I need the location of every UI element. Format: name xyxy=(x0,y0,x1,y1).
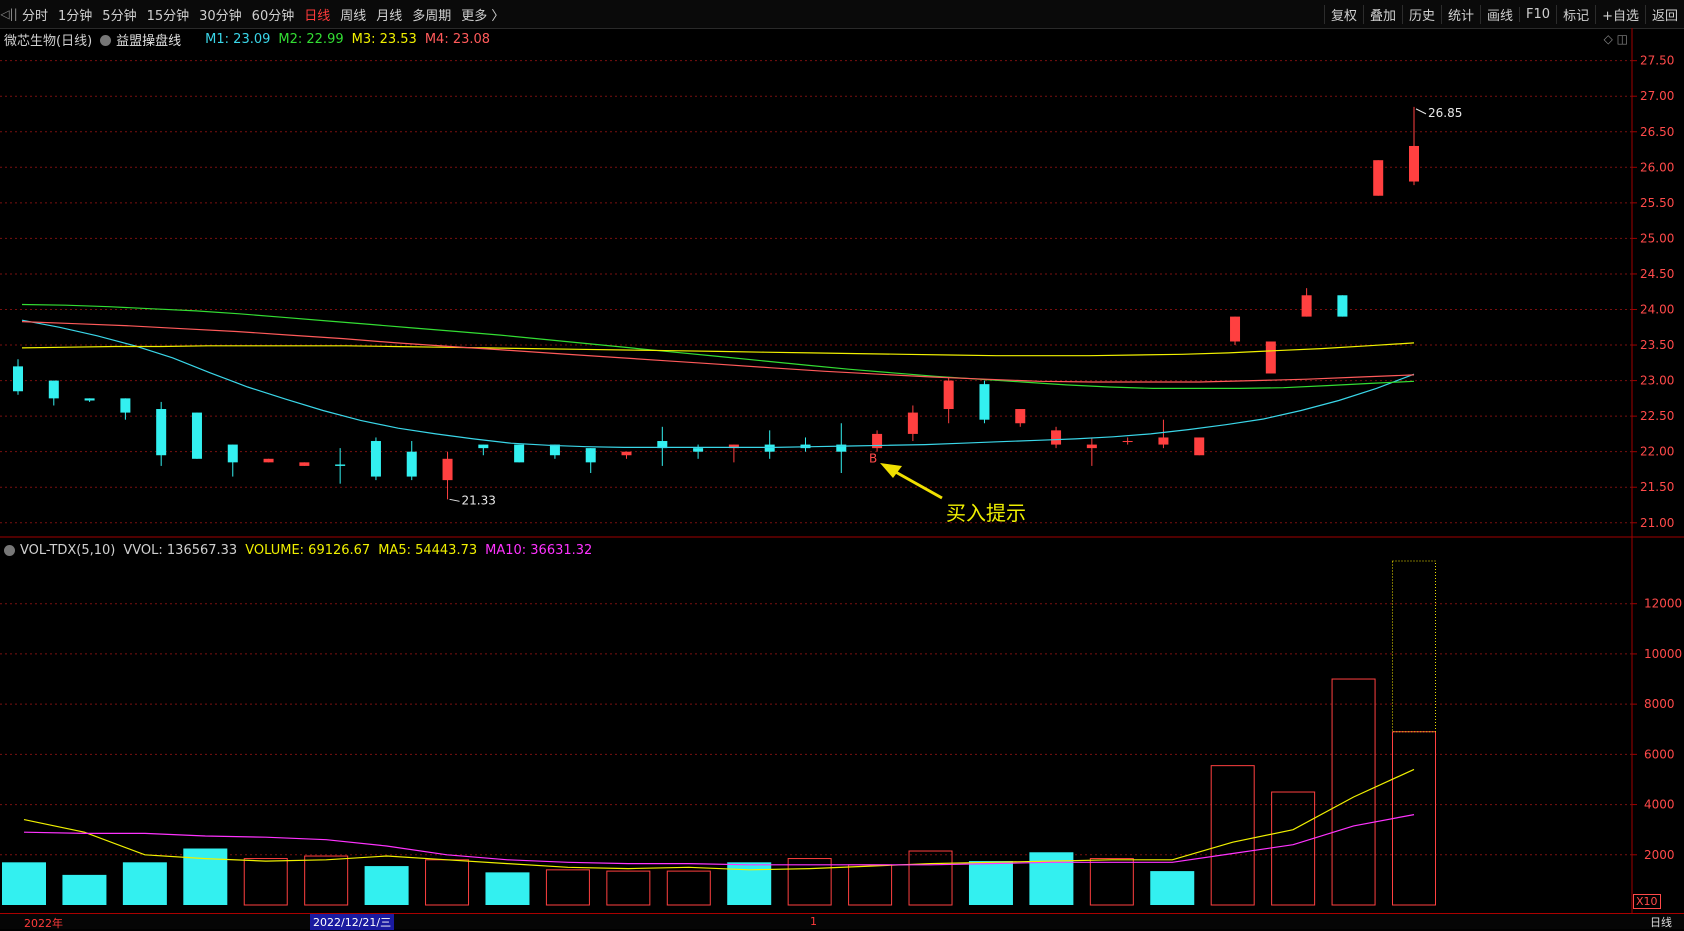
price-tick-label: 23.50 xyxy=(1640,338,1674,352)
price-tick-label: 25.50 xyxy=(1640,196,1674,210)
candle-body xyxy=(263,458,274,463)
price-tick-label: 26.00 xyxy=(1640,160,1674,174)
candle-body xyxy=(1194,437,1205,456)
ma-line-m2 xyxy=(21,303,1415,389)
candle-body xyxy=(585,448,596,463)
price-tick-label: 24.00 xyxy=(1640,302,1674,316)
volume-bar xyxy=(848,864,893,906)
price-tick-label: 22.00 xyxy=(1640,445,1674,459)
volume-bar xyxy=(485,872,530,905)
volume-bar xyxy=(364,866,409,905)
candle-body xyxy=(335,464,346,466)
candle-body xyxy=(13,366,23,392)
candle-body xyxy=(693,448,704,452)
volume-bar xyxy=(425,859,470,906)
candle-body xyxy=(1265,341,1276,374)
volume-tick-label: 2000 xyxy=(1644,848,1675,862)
candle-body xyxy=(84,398,95,401)
low-pointer-line xyxy=(449,498,460,502)
candle-body xyxy=(1301,295,1312,317)
candle-body xyxy=(1337,295,1348,317)
volume-tick-label: 12000 xyxy=(1644,597,1682,611)
candle-body xyxy=(48,380,59,399)
volume-bar xyxy=(1089,858,1134,906)
volume-bar xyxy=(545,869,590,906)
volume-projection-bar xyxy=(1392,560,1436,733)
candle-body xyxy=(406,451,417,477)
volume-tick-label: 4000 xyxy=(1644,798,1675,812)
candle-body xyxy=(299,462,310,466)
volume-bar xyxy=(1331,678,1376,906)
candle-body xyxy=(943,380,954,410)
price-tick-label: 26.50 xyxy=(1640,125,1674,139)
volume-bar xyxy=(787,858,832,906)
volume-tick-label: 6000 xyxy=(1644,747,1675,761)
high-pointer-line xyxy=(1415,108,1427,115)
volume-bar xyxy=(1271,791,1316,906)
volume-bar xyxy=(304,855,349,906)
price-tick-label: 21.00 xyxy=(1640,516,1674,530)
price-tick-label: 25.00 xyxy=(1640,231,1674,245)
volume-bar xyxy=(243,858,288,906)
volume-unit-label: X10 xyxy=(1633,894,1661,909)
candle-body xyxy=(621,451,632,456)
price-tick-label: 22.50 xyxy=(1640,409,1674,423)
volume-bar xyxy=(183,848,228,905)
ma-line-m1 xyxy=(21,319,1415,448)
candle-body xyxy=(1158,437,1169,445)
year-label: 2022年 xyxy=(24,917,63,930)
candle-body xyxy=(907,412,918,434)
candle-body xyxy=(442,458,453,481)
volume-tick-label: 8000 xyxy=(1644,697,1675,711)
candle-body xyxy=(1122,441,1133,443)
volume-bar xyxy=(2,862,46,905)
candle-body xyxy=(1230,316,1241,342)
time-axis: 2022年 2022/12/21/三 1 日线 xyxy=(0,913,1684,930)
chart-canvas[interactable]: 21.00 21.50 22.00 22.50 23.00 23.50 24.00 24.50… xyxy=(0,0,1684,913)
volume-bar xyxy=(606,870,651,906)
volume-bar xyxy=(1150,871,1195,905)
buy-signal-marker: B xyxy=(869,451,877,465)
candle-body xyxy=(227,444,238,463)
price-tick-label: 21.50 xyxy=(1640,480,1674,494)
candle-body xyxy=(478,444,489,449)
candle-body xyxy=(1409,145,1419,182)
volume-bar xyxy=(1210,765,1255,906)
price-tick-label: 23.00 xyxy=(1640,374,1674,388)
candle-body xyxy=(370,441,381,477)
candle-body xyxy=(764,444,775,452)
candle-body xyxy=(120,398,131,413)
high-price-label: 26.85 xyxy=(1428,106,1462,120)
candle-body xyxy=(1015,409,1026,424)
volume-bar xyxy=(122,862,167,905)
low-price-label: 21.33 xyxy=(462,493,496,507)
candle-body xyxy=(1051,430,1062,445)
volume-bar xyxy=(908,850,953,906)
price-tick-label: 27.50 xyxy=(1640,54,1674,68)
candle-body xyxy=(156,409,167,456)
volume-bar xyxy=(968,861,1013,905)
month-tick-label: 1 xyxy=(810,915,817,928)
volume-bar xyxy=(666,870,711,906)
buy-arrow-icon xyxy=(880,463,943,500)
volume-bar xyxy=(62,874,107,905)
volume-tick-label: 10000 xyxy=(1644,647,1682,661)
candle-body xyxy=(191,412,202,459)
price-tick-label: 27.00 xyxy=(1640,89,1674,103)
buy-hint-annotation: 买入提示 xyxy=(946,501,1026,525)
price-tick-label: 24.50 xyxy=(1640,267,1674,281)
candle-body xyxy=(1086,444,1097,449)
volume-bar xyxy=(1392,731,1436,906)
candle-body xyxy=(979,384,990,420)
volume-ma10-line xyxy=(23,814,1415,866)
candle-body xyxy=(514,444,525,463)
candle-body xyxy=(1373,160,1384,196)
